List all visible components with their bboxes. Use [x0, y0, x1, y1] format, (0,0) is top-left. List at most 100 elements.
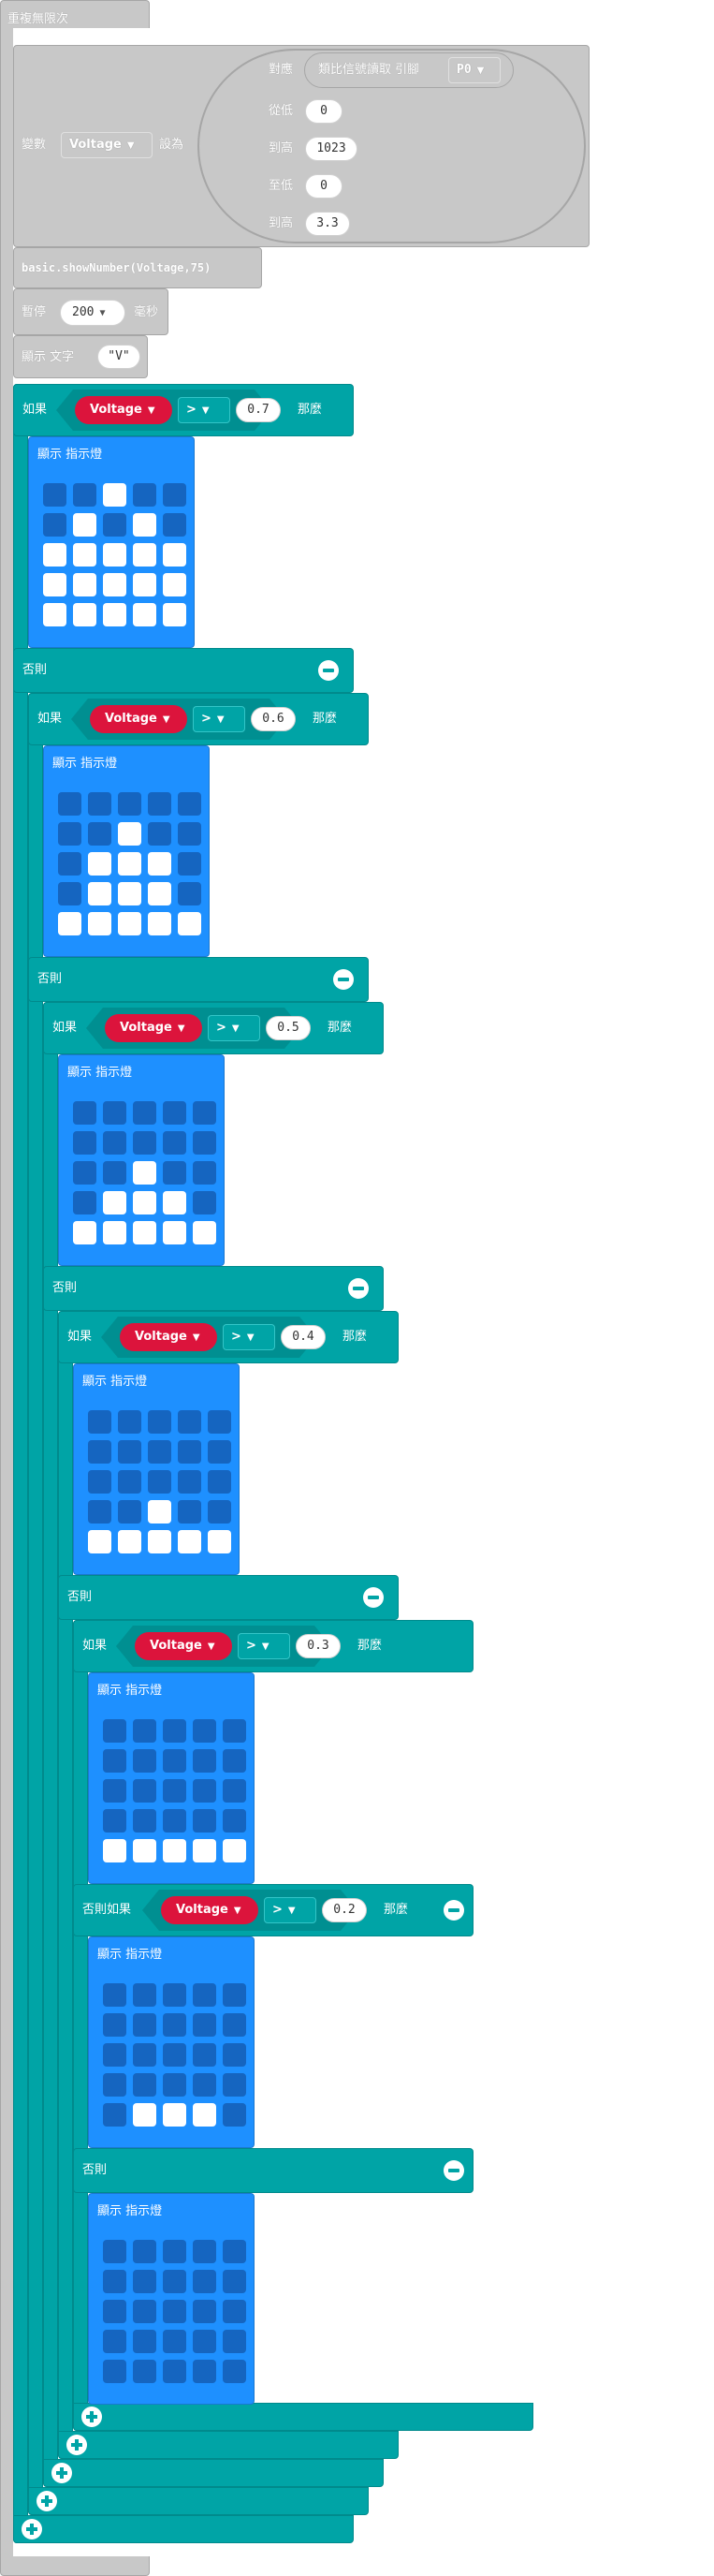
led-r4-c4[interactable]: [178, 912, 201, 935]
led-r0-c1[interactable]: [133, 1983, 156, 2007]
voltage-variable[interactable]: Voltage ▼: [90, 705, 187, 733]
led-r3-c0[interactable]: [103, 1809, 126, 1833]
led-r1-c4[interactable]: [193, 1131, 216, 1155]
led-r2-c1[interactable]: [118, 1470, 141, 1494]
led-r3-c1[interactable]: [103, 1191, 126, 1214]
led-r4-c2[interactable]: [148, 1530, 171, 1553]
led-r0-c0[interactable]: [73, 1101, 96, 1125]
led-r4-c3[interactable]: [178, 1530, 201, 1553]
led-r4-c3[interactable]: [193, 2103, 216, 2127]
led-r1-c1[interactable]: [133, 2270, 156, 2293]
else-row[interactable]: [58, 1575, 399, 1620]
led-r3-c4[interactable]: [208, 1500, 231, 1524]
led-r4-c2[interactable]: [118, 912, 141, 935]
led-r0-c0[interactable]: [43, 483, 66, 507]
led-r3-c3[interactable]: [193, 2073, 216, 2097]
from-high-input[interactable]: 1023: [305, 137, 357, 161]
led-r1-c4[interactable]: [163, 513, 186, 537]
led-r4-c2[interactable]: [133, 1221, 156, 1244]
led-r1-c0[interactable]: [103, 2270, 126, 2293]
led-r2-c1[interactable]: [133, 1779, 156, 1803]
led-r3-c3[interactable]: [163, 1191, 186, 1214]
led-r1-c4[interactable]: [208, 1440, 231, 1464]
led-r0-c2[interactable]: [118, 792, 141, 816]
led-r4-c3[interactable]: [193, 2360, 216, 2383]
led-r3-c0[interactable]: [103, 2330, 126, 2353]
led-r0-c0[interactable]: [103, 2240, 126, 2263]
led-r4-c4[interactable]: [163, 603, 186, 626]
led-r3-c3[interactable]: [193, 1809, 216, 1833]
led-r4-c2[interactable]: [103, 603, 126, 626]
led-r0-c0[interactable]: [103, 1719, 126, 1743]
led-r1-c1[interactable]: [133, 2013, 156, 2037]
led-r2-c2[interactable]: [133, 1161, 156, 1185]
led-r3-c0[interactable]: [88, 1500, 111, 1524]
else-row[interactable]: [73, 2148, 474, 2193]
led-r0-c3[interactable]: [148, 792, 171, 816]
led-r4-c1[interactable]: [88, 912, 111, 935]
led-r2-c1[interactable]: [133, 2043, 156, 2067]
add-else-if-button[interactable]: [51, 2463, 72, 2483]
led-r0-c4[interactable]: [223, 1983, 246, 2007]
led-r0-c1[interactable]: [88, 792, 111, 816]
from-low-input[interactable]: 0: [305, 99, 342, 124]
led-r0-c0[interactable]: [103, 1983, 126, 2007]
remove-else-button[interactable]: [444, 2160, 464, 2181]
to-high-input[interactable]: 3.3: [305, 212, 350, 236]
led-r3-c1[interactable]: [133, 1809, 156, 1833]
add-else-if-button[interactable]: [36, 2491, 57, 2511]
led-r2-c4[interactable]: [223, 2043, 246, 2067]
led-r4-c1[interactable]: [73, 603, 96, 626]
led-r1-c3[interactable]: [148, 822, 171, 846]
led-r1-c0[interactable]: [43, 513, 66, 537]
led-r2-c3[interactable]: [148, 852, 171, 876]
led-r3-c4[interactable]: [193, 1191, 216, 1214]
led-r1-c0[interactable]: [73, 1131, 96, 1155]
led-r2-c2[interactable]: [118, 852, 141, 876]
else-row[interactable]: [13, 648, 354, 693]
led-r2-c4[interactable]: [163, 543, 186, 567]
led-r0-c2[interactable]: [148, 1410, 171, 1434]
remove-else-if-button[interactable]: [444, 1900, 464, 1921]
threshold-input[interactable]: 0.5: [266, 1016, 311, 1040]
led-r0-c4[interactable]: [178, 792, 201, 816]
led-r3-c3[interactable]: [178, 1500, 201, 1524]
led-r4-c4[interactable]: [193, 1221, 216, 1244]
led-r3-c4[interactable]: [163, 573, 186, 596]
led-r4-c0[interactable]: [88, 1530, 111, 1553]
led-r1-c2[interactable]: [148, 1440, 171, 1464]
led-r0-c4[interactable]: [208, 1410, 231, 1434]
led-r0-c2[interactable]: [103, 483, 126, 507]
led-r4-c4[interactable]: [223, 1839, 246, 1862]
led-r2-c4[interactable]: [193, 1161, 216, 1185]
led-r3-c1[interactable]: [73, 573, 96, 596]
operator-dropdown[interactable]: > ▼: [238, 1633, 290, 1659]
led-r2-c2[interactable]: [163, 2300, 186, 2323]
remove-else-button[interactable]: [318, 660, 339, 681]
led-r0-c3[interactable]: [193, 1983, 216, 2007]
led-r1-c0[interactable]: [103, 1749, 126, 1773]
led-r3-c0[interactable]: [103, 2073, 126, 2097]
led-r0-c0[interactable]: [88, 1410, 111, 1434]
threshold-input[interactable]: 0.6: [251, 707, 296, 731]
show-string-input[interactable]: "V": [97, 345, 140, 369]
led-r4-c1[interactable]: [133, 2360, 156, 2383]
led-r1-c3[interactable]: [193, 2270, 216, 2293]
led-r1-c0[interactable]: [58, 822, 81, 846]
led-r3-c2[interactable]: [118, 882, 141, 905]
led-r4-c2[interactable]: [163, 1839, 186, 1862]
led-r2-c1[interactable]: [73, 543, 96, 567]
led-r2-c1[interactable]: [88, 852, 111, 876]
led-r0-c3[interactable]: [193, 1719, 216, 1743]
led-r3-c4[interactable]: [223, 1809, 246, 1833]
remove-else-button[interactable]: [363, 1587, 384, 1608]
led-r0-c2[interactable]: [163, 1983, 186, 2007]
led-r3-c2[interactable]: [163, 1809, 186, 1833]
led-r3-c2[interactable]: [103, 573, 126, 596]
led-r2-c0[interactable]: [73, 1161, 96, 1185]
led-r4-c2[interactable]: [163, 2360, 186, 2383]
led-r4-c2[interactable]: [163, 2103, 186, 2127]
led-r1-c4[interactable]: [223, 1749, 246, 1773]
led-r0-c0[interactable]: [58, 792, 81, 816]
led-r2-c3[interactable]: [193, 2043, 216, 2067]
